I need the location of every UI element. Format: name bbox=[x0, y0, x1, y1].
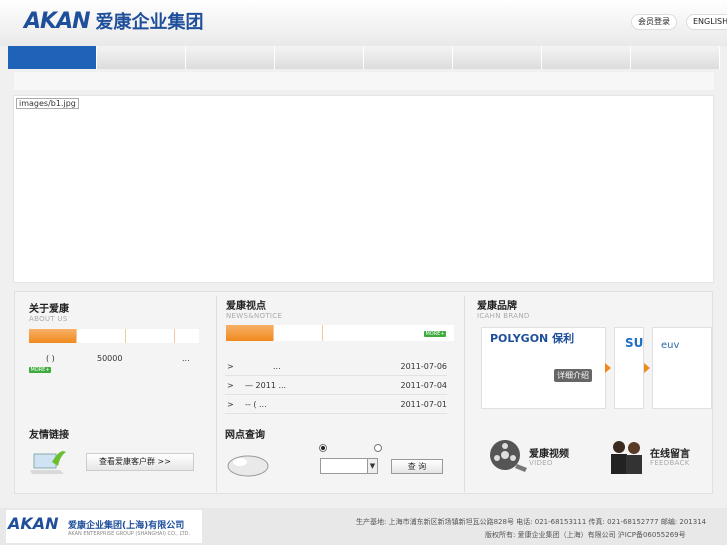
logo-text: 爱康企业集团 bbox=[95, 12, 204, 33]
outlets-title: 网点查询 bbox=[225, 430, 265, 441]
news-arrow: > bbox=[227, 400, 234, 409]
about-text-left: ( ) bbox=[46, 354, 55, 363]
nav-item-8[interactable] bbox=[631, 46, 720, 69]
news-arrow: > bbox=[227, 362, 234, 371]
feedback-subtitle: FEEDBACK bbox=[650, 459, 690, 467]
column-divider bbox=[464, 296, 465, 492]
nav-item-4[interactable] bbox=[275, 46, 364, 69]
about-tab[interactable] bbox=[125, 329, 174, 343]
brand-detail-button[interactable]: 详细介绍 bbox=[554, 369, 592, 382]
brand-title: 爱康品牌 bbox=[477, 301, 517, 312]
brand-logo-su: SU bbox=[625, 336, 644, 350]
nav-item-7[interactable] bbox=[542, 46, 631, 69]
outlet-radio-1[interactable] bbox=[319, 444, 327, 452]
nav-item-5[interactable] bbox=[364, 46, 453, 69]
nav-item-6[interactable] bbox=[453, 46, 542, 69]
main-nav bbox=[8, 46, 720, 69]
brand-logo-polygon: POLYGON 保利 bbox=[490, 332, 575, 345]
brand-logo-euv: euv bbox=[661, 340, 680, 351]
footer-logo: AKAN 爱康企业集团(上海)有限公司 AKAN ENTERPRISE GROU… bbox=[6, 510, 202, 543]
about-tab-active[interactable] bbox=[29, 329, 76, 343]
english-link[interactable]: ENGLISH bbox=[686, 14, 727, 30]
about-more-button[interactable]: MORE+ bbox=[29, 367, 51, 373]
footer-copyright: 版权所有: 爱康企业集团（上海）有限公司 沪ICP备06055269号 bbox=[485, 531, 686, 539]
about-tab-bar bbox=[29, 329, 199, 343]
about-subtitle: ABOUT US bbox=[29, 315, 68, 323]
region-select[interactable]: ▼ bbox=[320, 458, 378, 474]
friends-title: 友情链接 bbox=[29, 430, 69, 441]
video-title[interactable]: 爱康视频 bbox=[529, 445, 569, 460]
about-text-right: ... bbox=[182, 354, 190, 363]
news-item-date: 2011-07-04 bbox=[400, 381, 448, 390]
chevron-down-icon[interactable]: ▼ bbox=[367, 459, 377, 473]
about-tab[interactable] bbox=[174, 329, 199, 343]
logo-mark: AKAN bbox=[24, 8, 91, 34]
about-panel: 关于爱康 ABOUT US bbox=[29, 300, 69, 323]
news-tab-active[interactable] bbox=[226, 325, 273, 341]
outlet-radio-2[interactable] bbox=[374, 444, 382, 452]
footer-contact: 生产基地: 上海市浦东新区新场镇新坦瓦公路828号 电话: 021-681531… bbox=[356, 518, 707, 526]
logo[interactable]: AKAN 爱康企业集团 bbox=[24, 8, 204, 34]
view-clients-button[interactable]: 查看爱康客户群 >> bbox=[86, 453, 194, 471]
nav-item-3[interactable] bbox=[186, 46, 275, 69]
news-tab-bar bbox=[226, 325, 454, 341]
news-title: 爱康视点 bbox=[226, 301, 266, 312]
header: AKAN 爱康企业集团 会员登录 ENGLISH bbox=[0, 0, 727, 46]
news-item-title[interactable]: ... bbox=[273, 357, 281, 376]
footer-company-name-en: AKAN ENTERPRISE GROUP (SHANGHAI) CO., LT… bbox=[68, 531, 191, 537]
footer-company-name: 爱康企业集团(上海)有限公司 bbox=[68, 521, 185, 531]
video-subtitle: VIDEO bbox=[529, 459, 553, 467]
film-reel-icon[interactable] bbox=[489, 438, 527, 474]
nav-item-1[interactable] bbox=[8, 46, 97, 69]
news-list: > ... 2011-07-06 > — 2011 ... 2011-07-04… bbox=[225, 357, 447, 414]
news-item[interactable]: > -- ( ... 2011-07-01 bbox=[225, 395, 447, 414]
brand-next-icon[interactable] bbox=[605, 363, 611, 373]
footer-logo-mark: AKAN bbox=[8, 514, 59, 533]
news-item-date: 2011-07-06 bbox=[400, 362, 448, 371]
about-text-mid: 50000 bbox=[97, 354, 123, 363]
people-icon[interactable] bbox=[607, 438, 645, 474]
outlet-search-button[interactable]: 查 询 bbox=[391, 459, 443, 474]
nav-item-2[interactable] bbox=[97, 46, 186, 69]
news-subtitle: NEWS&NOTICE bbox=[226, 312, 283, 320]
laptop-icon bbox=[30, 448, 68, 474]
news-item[interactable]: > — 2011 ... 2011-07-04 bbox=[225, 376, 447, 395]
banner-image-placeholder: images/b1.jpg bbox=[16, 98, 79, 109]
news-panel: 爱康视点 NEWS&NOTICE bbox=[226, 297, 282, 320]
mouse-icon bbox=[226, 449, 272, 479]
news-item-title[interactable]: — 2011 ... bbox=[245, 376, 286, 395]
news-arrow: > bbox=[227, 381, 234, 390]
news-item[interactable]: > ... 2011-07-06 bbox=[225, 357, 447, 376]
about-title: 关于爱康 bbox=[29, 304, 69, 315]
brand-next-icon[interactable] bbox=[644, 363, 650, 373]
feedback-title[interactable]: 在线留言 bbox=[650, 445, 690, 460]
column-divider bbox=[216, 296, 217, 492]
sub-nav bbox=[14, 72, 714, 90]
news-more-button[interactable]: MORE+ bbox=[424, 331, 446, 337]
about-tab[interactable] bbox=[76, 329, 125, 343]
brand-panel: 爱康品牌 ICAHN BRAND bbox=[477, 297, 530, 320]
news-item-title[interactable]: -- ( ... bbox=[245, 395, 267, 414]
news-item-date: 2011-07-01 bbox=[400, 400, 448, 409]
member-login-button[interactable]: 会员登录 bbox=[631, 14, 677, 30]
banner: images/b1.jpg bbox=[13, 95, 714, 283]
news-tab[interactable] bbox=[273, 325, 322, 341]
brand-subtitle: ICAHN BRAND bbox=[477, 312, 530, 320]
